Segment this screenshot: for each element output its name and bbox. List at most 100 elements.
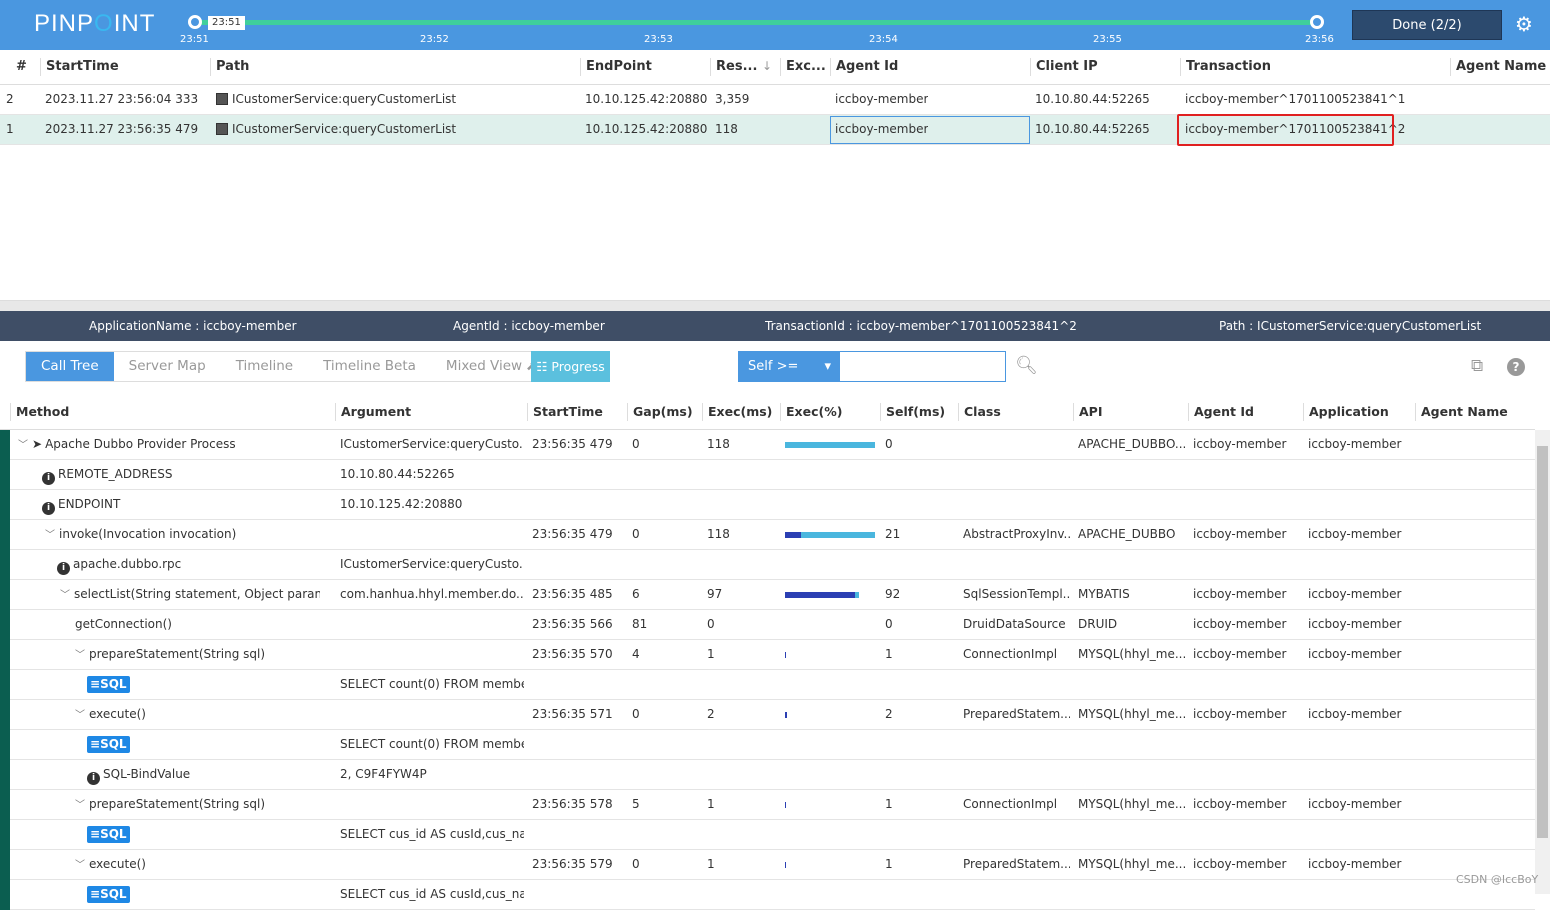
cell-exec [707,550,777,579]
call-tree-row[interactable]: i ENDPOINT 10.10.125.42:20880 [0,490,1535,520]
column-header[interactable]: Path [216,59,249,74]
column-header[interactable]: StartTime [46,59,119,74]
cell-app: iccboy-member [1308,647,1402,661]
tab-call-tree[interactable]: Call Tree [26,352,114,381]
tab-timeline[interactable]: Timeline [221,352,308,381]
chevron-down-icon[interactable]: ﹀ [45,530,55,541]
cell-api [1078,760,1185,789]
call-tree-row[interactable]: ﹀ selectList(String statement, Object par… [0,580,1535,610]
column-header[interactable]: Gap(ms) [633,404,693,419]
scrollbar-thumb[interactable] [1537,446,1548,838]
method-cell: ﹀ ➤ Apache Dubbo Provider Process [18,430,320,459]
cell-self [885,820,955,849]
column-header[interactable]: Argument [341,404,411,419]
call-tree-row[interactable]: i REMOTE_ADDRESS 10.10.80.44:52265 [0,460,1535,490]
call-tree-row[interactable]: i apache.dubbo.rpc ICustomerService:queryC… [0,550,1535,580]
cell-arg: SELECT count(0) FROM membe... [340,677,524,691]
cell-arg [340,850,524,879]
transaction-row[interactable]: 1 2023.11.27 23:56:35 479 ICustomerService… [0,114,1550,146]
done-button[interactable]: Done (2/2) [1352,10,1502,40]
progress-button[interactable]: ☷ Progress [531,351,610,382]
info-icon: i [42,472,55,485]
open-external-icon[interactable]: ⧉ [1471,356,1483,376]
time-range-slider[interactable] [195,20,1317,25]
self-filter-input[interactable] [839,351,1006,382]
call-tree-row[interactable]: ﹀ execute() 23:56:35 579 0 1 1 PreparedStatem.… [0,850,1535,880]
chevron-down-icon[interactable]: ﹀ [60,590,70,601]
tab-label: Server Map [128,358,206,374]
column-header[interactable]: Application [1309,404,1389,419]
self-filter-select[interactable]: Self >= ▾ [738,351,839,382]
tab-server-map[interactable]: Server Map [114,352,221,381]
cell-agent: iccboy-member [1193,437,1287,451]
column-header[interactable]: Exec(%) [786,404,842,419]
cell-agent: iccboy-member [1193,707,1287,721]
call-tree-row[interactable]: ≡SQL SELECT cus_id AS cusId,cus_na... [0,880,1535,910]
pinpoint-logo[interactable]: PINPOINT [34,10,155,38]
chevron-down-icon[interactable]: ﹀ [75,800,85,811]
column-header[interactable]: Agent Name [1456,59,1546,74]
column-header[interactable]: # [16,59,27,74]
cell-api [1078,670,1185,699]
call-tree-row[interactable]: ≡SQL SELECT count(0) FROM membe... [0,730,1535,760]
call-tree-row[interactable]: ﹀ prepareStatement(String sql) 23:56:35 57… [0,640,1535,670]
column-header[interactable]: Transaction [1186,59,1271,74]
call-tree-row[interactable]: ﹀ ➤ Apache Dubbo Provider Process ICustomer… [0,430,1535,460]
column-header[interactable]: Exec(ms) [708,404,772,419]
call-tree-row[interactable]: ≡SQL SELECT cus_id AS cusId,cus_na... [0,820,1535,850]
help-icon[interactable]: ? [1507,358,1525,376]
cell-arg: SELECT cus_id AS cusId,cus_na... [340,887,524,901]
range-end-handle[interactable] [1310,15,1324,29]
column-header[interactable]: Res... [716,59,757,74]
cell-path: ICustomerService:queryCustomerList [232,122,457,136]
call-tree-row[interactable]: ﹀ prepareStatement(String sql) 23:56:35 57… [0,790,1535,820]
cell-app [1308,880,1412,909]
column-header[interactable]: Self(ms) [886,404,945,419]
cell-client: 10.10.80.44:52265 [1035,92,1150,106]
column-header[interactable]: Agent Id [1194,404,1254,419]
column-header[interactable]: Class [964,404,1001,419]
chevron-down-icon[interactable]: ﹀ [75,710,85,721]
column-header[interactable]: StartTime [533,404,603,419]
transaction-row[interactable]: 2 2023.11.27 23:56:04 333 ICustomerService… [0,85,1550,115]
column-header[interactable]: EndPoint [586,59,652,74]
gear-icon[interactable]: ⚙ [1515,12,1533,36]
cell-arg [340,640,524,669]
column-header[interactable]: Exc... [786,59,826,74]
chevron-down-icon[interactable]: ﹀ [75,860,85,871]
cell-agent: iccboy-member [835,92,929,106]
cell-endpoint: 10.10.125.42:20880 [585,122,708,136]
cell-api: MYSQL(hhyl_me... [1078,857,1185,871]
list-icon [216,93,228,105]
column-header[interactable]: API [1079,404,1103,419]
cell-start: 23:56:35 479 [532,437,613,451]
chevron-down-icon[interactable]: ﹀ [75,650,85,661]
call-tree-row[interactable]: ﹀ invoke(Invocation invocation) 23:56:35 4… [0,520,1535,550]
column-header[interactable]: Client IP [1036,59,1098,74]
cell-cls [963,550,1070,579]
column-header[interactable]: Agent Id [836,59,898,74]
column-header[interactable]: Method [16,404,69,419]
cell-app: iccboy-member [1308,797,1402,811]
search-icon[interactable]: 🔍︎ [1015,355,1038,376]
column-header[interactable]: Agent Name [1421,404,1508,419]
cell-api: MYSQL(hhyl_me... [1078,707,1185,721]
call-tree-row[interactable]: getConnection() 23:56:35 566 81 0 0 DruidData… [0,610,1535,640]
cell-exec [707,880,777,909]
time-tick: 23:54 [869,34,898,45]
chevron-down-icon[interactable]: ﹀ [18,440,28,451]
call-tree-row[interactable]: ﹀ execute() 23:56:35 571 0 2 2 PreparedStatem.… [0,700,1535,730]
cell-api: MYSQL(hhyl_me... [1078,797,1185,811]
cell-path: ICustomerService:queryCustomerList [232,92,457,106]
method-name: execute() [89,857,146,871]
call-tree-row[interactable]: i SQL-BindValue 2, C9F4FYW4P [0,760,1535,790]
sort-desc-icon[interactable]: ↓ [762,59,772,73]
cell-gap: 0 [632,437,640,451]
range-start-handle[interactable] [188,15,202,29]
panel-splitter[interactable] [0,300,1550,311]
tab-timeline-beta[interactable]: Timeline Beta [308,352,431,381]
call-tree-row[interactable]: ≡SQL SELECT count(0) FROM membe... [0,670,1535,700]
method-cell: ﹀ execute() [75,850,320,879]
info-icon: i [42,502,55,515]
cell-arg [340,790,524,819]
